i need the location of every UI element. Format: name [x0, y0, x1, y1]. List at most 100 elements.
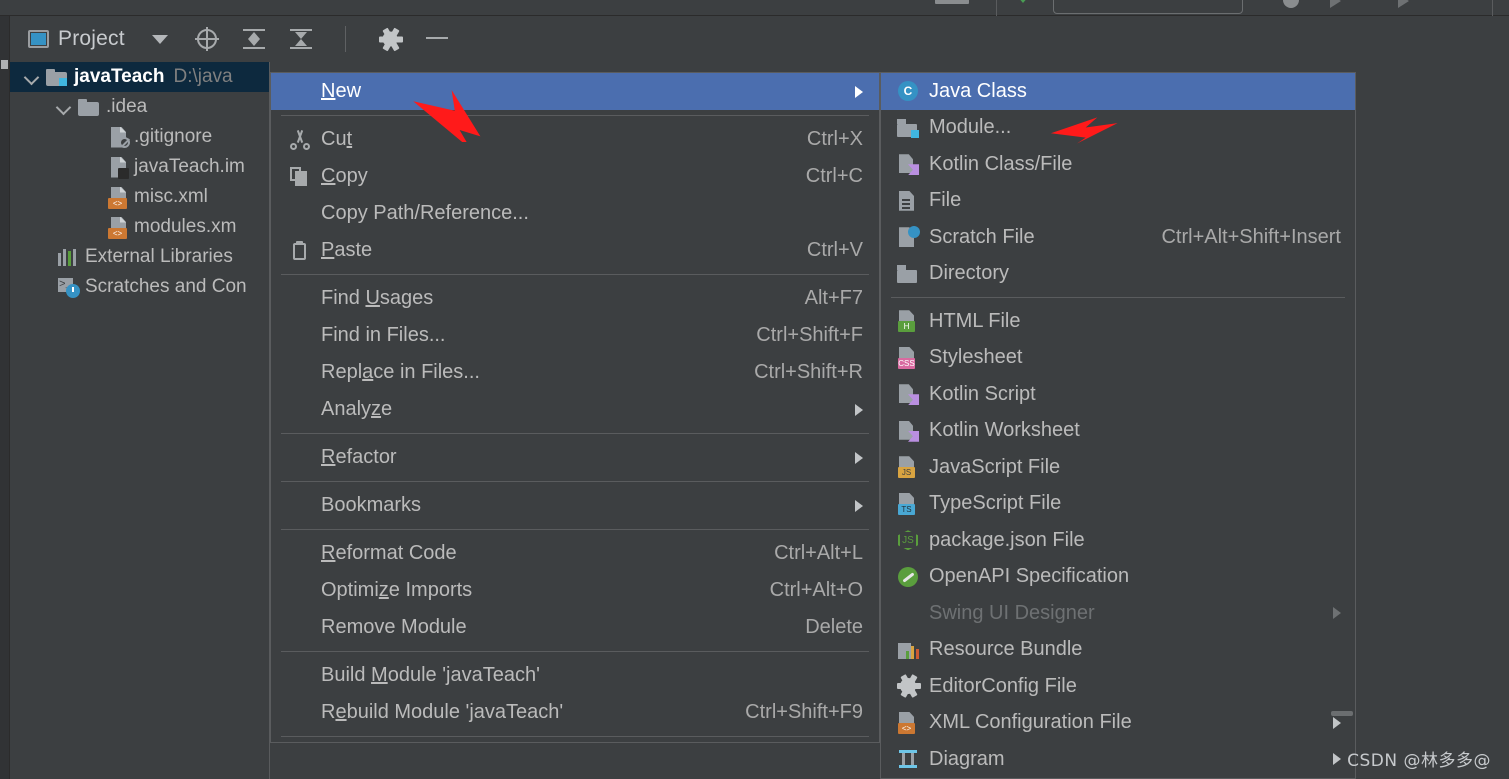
menu-item-cut[interactable]: Cut Ctrl+X [271, 121, 879, 158]
toolbar-separator-right [1492, 0, 1493, 16]
toolbar-button-partial[interactable] [935, 0, 969, 4]
menu-item-label: Rebuild Module 'javaTeach' [321, 701, 721, 724]
submenu-item-kotlin-class-file[interactable]: Kotlin Class/File [881, 146, 1355, 183]
chevron-right-icon [855, 452, 863, 464]
tree-row[interactable]: <> modules.xm [10, 212, 269, 242]
chevron-right-icon [855, 500, 863, 512]
menu-item-optimize-imports[interactable]: Optimize Imports Ctrl+Alt+O [271, 572, 879, 609]
run-button-partial[interactable] [1283, 0, 1299, 8]
run-configuration-selector[interactable] [1053, 0, 1243, 14]
iml-file-icon [110, 157, 127, 178]
menu-item-label: Replace in Files... [321, 361, 730, 384]
menu-item-bookmarks[interactable]: Bookmarks [271, 487, 879, 524]
debug-button-partial[interactable] [1330, 0, 1341, 8]
menu-item-find-usages[interactable]: Find Usages Alt+F7 [271, 280, 879, 317]
menu-item-label: Bookmarks [321, 494, 839, 517]
toolbar-divider [345, 26, 346, 52]
submenu-item-file[interactable]: File [881, 183, 1355, 220]
ide-window: Project [0, 0, 1509, 779]
submenu-item-kotlin-script[interactable]: Kotlin Script [881, 376, 1355, 413]
tree-row[interactable]: .idea [10, 92, 269, 122]
tree-item-label: modules.xm [134, 216, 236, 238]
menu-item-new[interactable]: New [271, 73, 879, 110]
copy-icon [287, 167, 313, 187]
menu-separator [281, 274, 869, 275]
build-status-icon[interactable] [1017, 0, 1029, 3]
chevron-expanded-icon[interactable] [58, 101, 70, 113]
submenu-item-kotlin-worksheet[interactable]: Kotlin Worksheet [881, 413, 1355, 450]
chevron-expanded-icon[interactable] [26, 71, 38, 83]
gear-icon[interactable] [377, 26, 403, 52]
submenu-item-label: Diagram [929, 748, 1317, 771]
menu-item-rebuild-module[interactable]: Rebuild Module 'javaTeach' Ctrl+Shift+F9 [271, 694, 879, 731]
submenu-item-stylesheet[interactable]: CSS Stylesheet [881, 340, 1355, 377]
submenu-item-label: EditorConfig File [929, 675, 1341, 698]
menu-item-label: Find Usages [321, 287, 781, 310]
tree-row[interactable]: >_ Scratches and Con [10, 272, 269, 302]
tree-row[interactable]: External Libraries [10, 242, 269, 272]
expand-all-icon[interactable] [241, 26, 267, 52]
xml-file-icon: <> [110, 187, 127, 208]
menu-item-copy[interactable]: Copy Ctrl+C [271, 158, 879, 195]
tree-row[interactable]: <> misc.xml [10, 182, 269, 212]
new-submenu[interactable]: C Java Class Module... Kotlin Class/File… [880, 72, 1356, 779]
xml-config-icon: <> [895, 712, 921, 734]
submenu-item-javascript-file[interactable]: JS JavaScript File [881, 449, 1355, 486]
menu-item-label: Remove Module [321, 616, 781, 639]
js-file-icon: JS [895, 456, 921, 478]
submenu-item-directory[interactable]: Directory [881, 256, 1355, 293]
xml-file-icon: <> [110, 217, 127, 238]
submenu-item-java-class[interactable]: C Java Class [881, 73, 1355, 110]
submenu-item-xml-configuration-file[interactable]: <> XML Configuration File [881, 705, 1355, 742]
submenu-scroll-indicator[interactable] [1331, 711, 1353, 716]
ts-file-icon: TS [895, 493, 921, 515]
chevron-right-icon [855, 404, 863, 416]
tree-row[interactable]: javaTeach.im [10, 152, 269, 182]
tree-item-label: javaTeach.im [134, 156, 245, 178]
project-panel-header: Project [10, 16, 1509, 62]
menu-separator [281, 433, 869, 434]
submenu-item-package-json-file[interactable]: JS package.json File [881, 522, 1355, 559]
project-title-group[interactable]: Project [28, 27, 168, 51]
menu-item-find-in-files[interactable]: Find in Files... Ctrl+Shift+F [271, 317, 879, 354]
tree-item-label: javaTeach [74, 66, 164, 88]
run-arrow-button-partial[interactable] [1398, 0, 1409, 8]
menu-item-copy-path-reference[interactable]: Copy Path/Reference... [271, 195, 879, 232]
folder-icon [78, 99, 99, 116]
diagram-icon [895, 749, 921, 769]
context-menu[interactable]: New Cut Ctrl+X Copy Ctrl+C Copy Path/Ref… [270, 72, 880, 743]
submenu-item-label: Stylesheet [929, 346, 1341, 369]
project-tree[interactable]: javaTeach D:\java .idea .gitignore javaT… [10, 62, 270, 779]
module-icon [895, 117, 921, 139]
menu-item-shortcut: Ctrl+C [806, 165, 863, 188]
menu-item-refactor[interactable]: Refactor [271, 439, 879, 476]
tree-row[interactable]: .gitignore [10, 122, 269, 152]
submenu-item-openapi-specification[interactable]: OpenAPI Specification [881, 559, 1355, 596]
menu-item-shortcut: Ctrl+V [807, 239, 863, 262]
menu-item-analyze[interactable]: Analyze [271, 391, 879, 428]
menu-item-build-module[interactable]: Build Module 'javaTeach' [271, 657, 879, 694]
minimize-icon[interactable] [424, 26, 450, 52]
submenu-item-html-file[interactable]: H HTML File [881, 303, 1355, 340]
menu-item-replace-in-files[interactable]: Replace in Files... Ctrl+Shift+R [271, 354, 879, 391]
tree-row[interactable]: javaTeach D:\java [10, 62, 269, 92]
chevron-right-icon [855, 86, 863, 98]
menu-item-reformat-code[interactable]: Reformat Code Ctrl+Alt+L [271, 535, 879, 572]
menu-separator [281, 736, 869, 737]
submenu-item-resource-bundle[interactable]: Resource Bundle [881, 632, 1355, 669]
submenu-item-label: Kotlin Worksheet [929, 419, 1341, 442]
submenu-item-diagram[interactable]: Diagram [881, 741, 1355, 778]
menu-item-paste[interactable]: Paste Ctrl+V [271, 232, 879, 269]
submenu-item-editorconfig-file[interactable]: EditorConfig File [881, 668, 1355, 705]
submenu-item-typescript-file[interactable]: TS TypeScript File [881, 486, 1355, 523]
submenu-item-label: File [929, 189, 1341, 212]
submenu-item-label: Swing UI Designer [929, 602, 1317, 625]
crosshair-icon[interactable] [194, 26, 220, 52]
submenu-item-module[interactable]: Module... [881, 110, 1355, 147]
chevron-down-icon[interactable] [152, 35, 168, 44]
project-toolbar-buttons [194, 26, 450, 52]
submenu-item-scratch-file[interactable]: Scratch File Ctrl+Alt+Shift+Insert [881, 219, 1355, 256]
menu-item-remove-module[interactable]: Remove Module Delete [271, 609, 879, 646]
kotlin-icon [895, 153, 921, 175]
collapse-all-icon[interactable] [288, 26, 314, 52]
